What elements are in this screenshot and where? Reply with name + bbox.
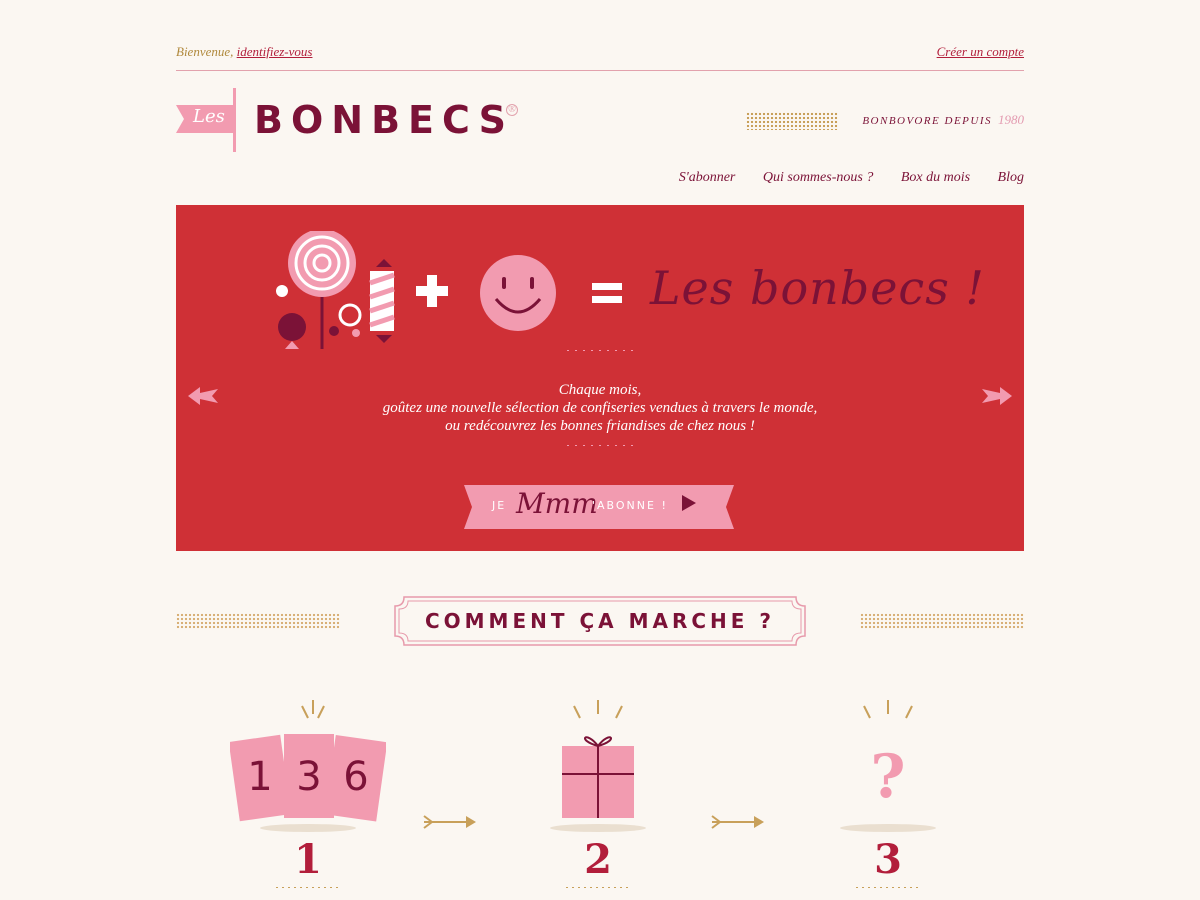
smiley-icon xyxy=(480,255,556,331)
hero-line-3: ou redécouvrez les bonnes friandises de … xyxy=(445,418,755,434)
step-3-dots xyxy=(854,886,922,889)
carousel-prev-arrow-icon[interactable] xyxy=(188,385,218,407)
main-nav: S'abonner Qui sommes-nous ? Box du mois … xyxy=(655,170,1024,186)
section-dots-left xyxy=(176,613,340,629)
login-link[interactable]: identifiez-vous xyxy=(237,44,313,59)
nav-item-about[interactable]: Qui sommes-nous ? xyxy=(763,170,873,185)
plus-icon xyxy=(416,275,448,307)
question-mark-icon: ? xyxy=(870,742,906,812)
hero-description: Chaque mois, goûtez une nouvelle sélecti… xyxy=(176,381,1024,435)
equals-icon xyxy=(592,283,622,303)
decorative-dots xyxy=(746,112,838,130)
sparkle-icon xyxy=(301,700,325,719)
step-1-shadow xyxy=(260,824,356,832)
hero-dots-top xyxy=(564,349,636,352)
welcome-text: Bienvenue, xyxy=(176,44,234,59)
since-year: 1980 xyxy=(998,112,1024,127)
step-arrow-1-icon xyxy=(423,815,476,829)
gift-box-icon xyxy=(562,736,634,818)
ticket-1-number: 1 xyxy=(247,754,272,800)
step-1-number: 1 xyxy=(294,836,322,883)
since-tagline: BONBOVORE DEPUIS 1980 xyxy=(862,112,1024,128)
welcome-message: Bienvenue, identifiez-vous xyxy=(176,44,312,60)
step-2-shadow xyxy=(550,824,646,832)
logo-flag-text: Les xyxy=(193,106,225,127)
step-1: 1 3 6 1 xyxy=(208,690,408,895)
ticket-3-number: 6 xyxy=(343,754,368,800)
step-3-shadow xyxy=(840,824,936,832)
tickets-icon: 1 3 6 xyxy=(230,734,386,822)
cta-je: JE xyxy=(492,499,507,512)
nav-item-subscribe[interactable]: S'abonner xyxy=(679,170,736,185)
hero-line-1: Chaque mois, xyxy=(558,382,642,398)
nav-item-box-of-month[interactable]: Box du mois xyxy=(901,170,970,185)
step-2: 2 xyxy=(498,690,698,895)
site-header: Les BONBECS ® BONBOVORE DEPUIS 1980 xyxy=(176,88,1024,158)
step-1-dots xyxy=(274,886,342,889)
hero-line-2: goûtez une nouvelle sélection de confise… xyxy=(382,400,818,416)
carousel-next-arrow-icon[interactable] xyxy=(982,385,1012,407)
hero-banner: Les bonbecs ! Chaque mois, goûtez une no… xyxy=(176,205,1024,551)
step-3: ? 3 xyxy=(788,690,988,895)
section-title: COMMENT ÇA MARCHE ? xyxy=(424,609,776,633)
brand-logo[interactable]: BONBECS xyxy=(254,98,514,142)
step-arrow-2-icon xyxy=(711,815,764,829)
registered-mark: ® xyxy=(506,104,518,116)
create-account-link[interactable]: Créer un compte xyxy=(937,44,1024,60)
hero-title: Les bonbecs ! xyxy=(650,261,985,315)
subscribe-cta-button[interactable]: JE Mmm 'ABONNE ! xyxy=(464,483,734,531)
cta-mmm: Mmm xyxy=(516,487,598,520)
hero-dots-bottom xyxy=(564,444,636,447)
top-bar: Bienvenue, identifiez-vous Créer un comp… xyxy=(176,44,1024,71)
sparkle-icon xyxy=(863,700,913,719)
since-label: BONBOVORE DEPUIS xyxy=(862,115,992,127)
sparkle-icon xyxy=(573,700,623,719)
nav-item-blog[interactable]: Blog xyxy=(998,170,1024,185)
step-2-dots xyxy=(564,886,632,889)
step-2-number: 2 xyxy=(584,836,612,883)
flag-pole xyxy=(233,88,236,152)
cta-abonne: 'ABONNE ! xyxy=(592,499,668,512)
step-3-number: 3 xyxy=(874,836,902,883)
candy-illustration-icon xyxy=(276,231,395,349)
ticket-2-number: 3 xyxy=(296,754,321,800)
section-dots-right xyxy=(860,613,1024,629)
